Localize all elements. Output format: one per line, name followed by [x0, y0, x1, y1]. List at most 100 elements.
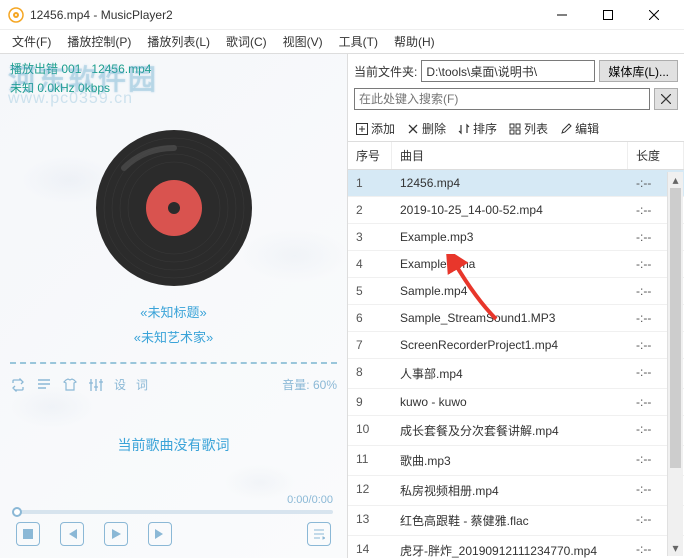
close-icon — [661, 94, 671, 104]
cell-num: 9 — [348, 389, 392, 415]
maximize-button[interactable] — [586, 1, 630, 29]
table-row[interactable]: 3Example.mp3-:-- — [348, 224, 684, 251]
cell-track: kuwo - kuwo — [392, 389, 628, 415]
table-row[interactable]: 5Sample.mp4-:-- — [348, 278, 684, 305]
table-header: 序号 曲目 长度 — [348, 142, 684, 170]
delete-button[interactable]: 删除 — [407, 120, 446, 137]
add-button[interactable]: 添加 — [356, 120, 395, 137]
window-title: 12456.mp4 - MusicPlayer2 — [30, 8, 540, 22]
close-button[interactable] — [632, 1, 676, 29]
table-row[interactable]: 13红色高跟鞋 - 蔡健雅.flac-:-- — [348, 506, 684, 536]
show-playlist-button[interactable] — [307, 522, 331, 546]
table-row[interactable]: 10成长套餐及分次套餐讲解.mp4-:-- — [348, 416, 684, 446]
table-row[interactable]: 112456.mp4-:-- — [348, 170, 684, 197]
cell-num: 4 — [348, 251, 392, 277]
vertical-scrollbar[interactable]: ▴ ▾ — [667, 172, 683, 556]
lyrics-area: 当前歌曲没有歌词 — [10, 397, 337, 492]
scroll-up-icon[interactable]: ▴ — [668, 172, 683, 188]
sort-button[interactable]: 排序 — [458, 120, 497, 137]
cell-num: 6 — [348, 305, 392, 331]
tshirt-icon[interactable] — [62, 377, 78, 393]
cell-num: 2 — [348, 197, 392, 223]
playlist-table: 序号 曲目 长度 112456.mp4-:--22019-10-25_14-00… — [348, 142, 684, 558]
progress-thumb[interactable] — [12, 507, 22, 517]
edit-button[interactable]: 编辑 — [560, 120, 599, 137]
menu-文件(F)[interactable]: 文件(F) — [4, 30, 59, 53]
cell-track: 红色高跟鞋 - 蔡健雅.flac — [392, 506, 628, 535]
table-row[interactable]: 9kuwo - kuwo-:-- — [348, 389, 684, 416]
menu-播放列表(L)[interactable]: 播放列表(L) — [139, 30, 218, 53]
header-number[interactable]: 序号 — [348, 142, 392, 169]
cell-num: 10 — [348, 416, 392, 445]
table-row[interactable]: 4Example.wma-:-- — [348, 251, 684, 278]
menu-视图(V)[interactable]: 视图(V) — [275, 30, 331, 53]
cell-track: Sample.mp4 — [392, 278, 628, 304]
playlist-toolbar: 添加 删除 排序 列表 编辑 — [348, 116, 684, 142]
cell-num: 11 — [348, 446, 392, 475]
progress-bar[interactable] — [14, 510, 333, 514]
media-library-button[interactable]: 媒体库(L)... — [599, 60, 678, 82]
app-icon — [8, 7, 24, 23]
cell-track: 12456.mp4 — [392, 170, 628, 196]
minimize-button[interactable] — [540, 1, 584, 29]
cell-track: 歌曲.mp3 — [392, 446, 628, 475]
cell-track: Example.mp3 — [392, 224, 628, 250]
track-artist: «未知艺术家» — [10, 327, 337, 346]
clear-search-button[interactable] — [654, 88, 678, 110]
album-art-vinyl — [94, 128, 254, 288]
cell-num: 13 — [348, 506, 392, 535]
time-display: 0:00/0:00 — [10, 492, 337, 508]
cell-track: 成长套餐及分次套餐讲解.mp4 — [392, 416, 628, 445]
repeat-icon[interactable] — [10, 377, 26, 393]
cell-track: 私房视频相册.mp4 — [392, 476, 628, 505]
table-row[interactable]: 7ScreenRecorderProject1.mp4-:-- — [348, 332, 684, 359]
search-input[interactable] — [354, 88, 650, 110]
volume-label: 音量: 60% — [282, 376, 337, 393]
cell-num: 3 — [348, 224, 392, 250]
cell-num: 12 — [348, 476, 392, 505]
cell-num: 14 — [348, 536, 392, 558]
watermark-url: www.pc0359.cn — [8, 90, 133, 108]
cell-track: 2019-10-25_14-00-52.mp4 — [392, 197, 628, 223]
settings-text-btn[interactable]: 设 — [114, 376, 126, 393]
cell-track: Example.wma — [392, 251, 628, 277]
titlebar: 12456.mp4 - MusicPlayer2 — [0, 0, 684, 30]
list-button[interactable]: 列表 — [509, 120, 548, 137]
cell-num: 8 — [348, 359, 392, 388]
header-track[interactable]: 曲目 — [392, 142, 628, 169]
current-folder-label: 当前文件夹: — [354, 63, 417, 80]
table-row[interactable]: 14虎牙-胖炸_20190912111234770.mp4-:-- — [348, 536, 684, 558]
player-panel: 河东软件园 www.pc0359.cn 播放出错 001 12456.mp4 未… — [0, 54, 347, 558]
table-row[interactable]: 12私房视频相册.mp4-:-- — [348, 476, 684, 506]
cell-track: 虎牙-胖炸_20190912111234770.mp4 — [392, 536, 628, 558]
equalizer-icon[interactable] — [88, 377, 104, 393]
transport-controls — [10, 522, 337, 552]
menu-帮助(H)[interactable]: 帮助(H) — [386, 30, 443, 53]
menubar: 文件(F)播放控制(P)播放列表(L)歌词(C)视图(V)工具(T)帮助(H) — [0, 30, 684, 54]
next-button[interactable] — [148, 522, 172, 546]
cell-num: 1 — [348, 170, 392, 196]
lyrics-text-btn[interactable]: 词 — [136, 376, 148, 393]
cell-track: Sample_StreamSound1.MP3 — [392, 305, 628, 331]
header-length[interactable]: 长度 — [628, 142, 684, 169]
cell-num: 7 — [348, 332, 392, 358]
table-row[interactable]: 8人事部.mp4-:-- — [348, 359, 684, 389]
prev-button[interactable] — [60, 522, 84, 546]
track-title: «未知标题» — [10, 302, 337, 321]
table-row[interactable]: 11歌曲.mp3-:-- — [348, 446, 684, 476]
menu-工具(T)[interactable]: 工具(T) — [331, 30, 386, 53]
play-button[interactable] — [104, 522, 128, 546]
playlist-icon[interactable] — [36, 377, 52, 393]
table-row[interactable]: 22019-10-25_14-00-52.mp4-:-- — [348, 197, 684, 224]
cell-track: 人事部.mp4 — [392, 359, 628, 388]
scroll-thumb[interactable] — [670, 188, 681, 468]
extra-controls-row: 设 词 音量: 60% — [10, 372, 337, 397]
table-row[interactable]: 6Sample_StreamSound1.MP3-:-- — [348, 305, 684, 332]
stop-button[interactable] — [16, 522, 40, 546]
folder-path-input[interactable] — [421, 60, 595, 82]
menu-歌词(C)[interactable]: 歌词(C) — [218, 30, 275, 53]
playlist-panel: 当前文件夹: 媒体库(L)... 添加 删除 排序 列表 编辑 序号 曲目 长度… — [347, 54, 684, 558]
scroll-down-icon[interactable]: ▾ — [668, 540, 683, 556]
separator — [10, 362, 337, 364]
menu-播放控制(P)[interactable]: 播放控制(P) — [59, 30, 139, 53]
